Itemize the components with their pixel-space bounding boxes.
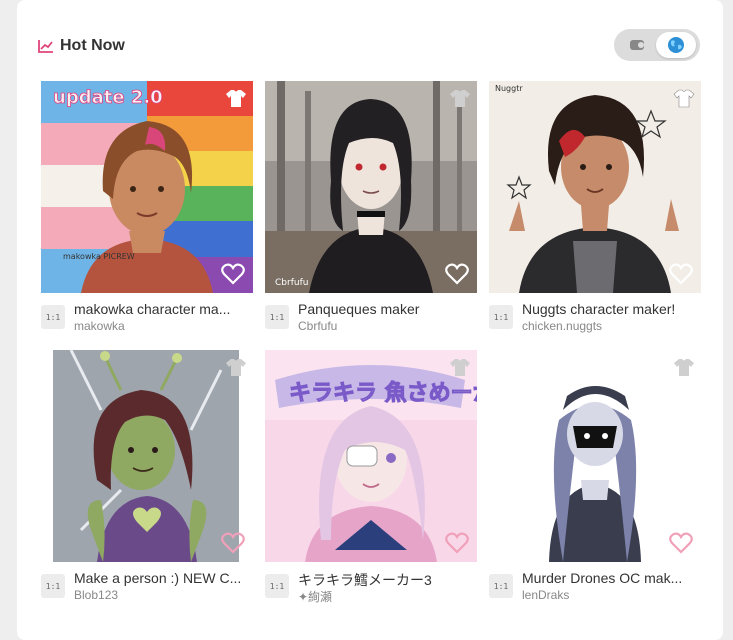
maker-title[interactable]: Nuggts character maker! [522, 301, 702, 317]
card-meta: 1:1 Make a person :) NEW C... Blob123 [41, 570, 253, 604]
heart-icon[interactable] [445, 532, 469, 554]
card-thumbnail[interactable] [489, 350, 701, 562]
card-meta: 1:1 Panqueques maker Cbrfufu [265, 301, 477, 335]
maker-title[interactable]: makowka character ma... [74, 301, 254, 317]
ratio-badge: 1:1 [265, 574, 289, 598]
card-thumbnail[interactable]: Cbrfufu [265, 81, 477, 293]
maker-title[interactable]: Murder Drones OC mak... [522, 570, 702, 586]
ratio-badge: 1:1 [265, 305, 289, 329]
camera-icon[interactable] [620, 34, 654, 56]
card-thumbnail[interactable] [41, 350, 253, 562]
section-title: Hot Now [60, 37, 125, 54]
card-thumbnail[interactable]: update 2.0 makowka PICREW [41, 81, 253, 293]
card-meta: 1:1 makowka character ma... makowka [41, 301, 253, 335]
heart-icon[interactable] [221, 532, 245, 554]
maker-title[interactable]: キラキラ鱈メーカー3 [298, 570, 478, 590]
maker-author[interactable]: Blob123 [74, 588, 118, 602]
tshirt-icon[interactable] [225, 356, 247, 378]
section-header: Hot Now [38, 33, 125, 59]
hot-now-panel: Hot Now update 2.0 makowka PICREW 1:1 ma… [17, 0, 723, 640]
thumbnail-banner-text: キラキラ 魚さめーかー3 [289, 380, 477, 406]
trending-chart-icon [38, 40, 53, 53]
maker-author[interactable]: ✦絢瀬 [298, 588, 332, 605]
character-illustration [489, 350, 701, 562]
ratio-badge: 1:1 [489, 574, 513, 598]
ratio-badge: 1:1 [41, 574, 65, 598]
heart-icon[interactable] [669, 532, 693, 554]
tshirt-icon[interactable] [673, 356, 695, 378]
thumbnail-signature: makowka PICREW [63, 252, 135, 261]
thumbnail-signature: Nuggtr [495, 84, 523, 93]
maker-title[interactable]: Panqueques maker [298, 301, 478, 317]
tshirt-icon[interactable] [673, 87, 695, 109]
heart-icon[interactable] [669, 263, 693, 285]
tshirt-icon[interactable] [449, 87, 471, 109]
heart-icon[interactable] [221, 263, 245, 285]
character-illustration: Cbrfufu [265, 81, 477, 293]
scope-toggle[interactable] [614, 29, 700, 61]
thumbnail-signature: Cbrfufu [275, 278, 308, 288]
character-illustration [41, 350, 253, 562]
globe-icon[interactable] [656, 32, 696, 58]
card-meta: 1:1 Murder Drones OC mak... lenDraks [489, 570, 701, 604]
heart-icon[interactable] [445, 263, 469, 285]
tshirt-icon[interactable] [225, 87, 247, 109]
ratio-badge: 1:1 [41, 305, 65, 329]
card-thumbnail[interactable]: キラキラ 魚さめーかー3 [265, 350, 477, 562]
character-illustration: update 2.0 makowka PICREW [41, 81, 253, 293]
thumbnail-banner-text: update 2.0 [53, 87, 163, 108]
maker-author[interactable]: makowka [74, 319, 125, 333]
maker-author[interactable]: Cbrfufu [298, 319, 337, 333]
maker-author[interactable]: lenDraks [522, 588, 569, 602]
card-meta: 1:1 Nuggts character maker! chicken.nugg… [489, 301, 701, 335]
maker-author[interactable]: chicken.nuggts [522, 319, 602, 333]
character-illustration: Nuggtr [489, 81, 701, 293]
card-meta: 1:1 キラキラ鱈メーカー3 ✦絢瀬 [265, 570, 477, 604]
card-thumbnail[interactable]: Nuggtr [489, 81, 701, 293]
character-illustration: キラキラ 魚さめーかー3 [265, 350, 477, 562]
ratio-badge: 1:1 [489, 305, 513, 329]
tshirt-icon[interactable] [449, 356, 471, 378]
maker-title[interactable]: Make a person :) NEW C... [74, 570, 254, 586]
